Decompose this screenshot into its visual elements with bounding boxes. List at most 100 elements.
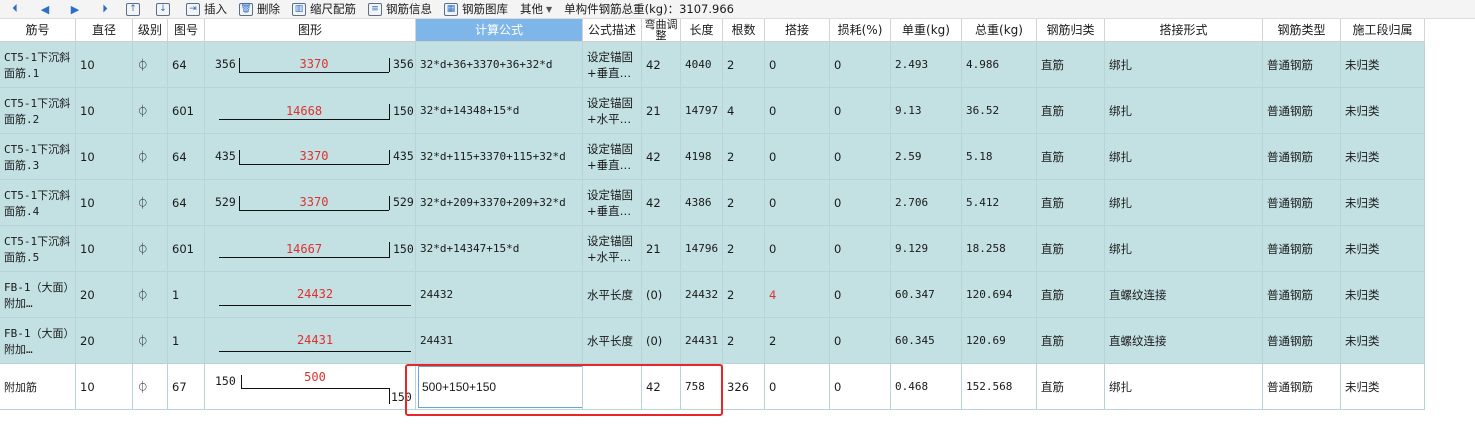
segment-cell[interactable]: 未归类 xyxy=(1341,318,1425,364)
total-weight-cell[interactable]: 4.986 xyxy=(962,42,1037,88)
bar-number-cell[interactable]: CT5-1下沉斜面筋.3 xyxy=(0,134,76,180)
table-row[interactable]: CT5-1下沉斜面筋.2 10 ⏀ 601 14668 150 32*d+14348+15*… xyxy=(0,88,1425,134)
unit-weight-cell[interactable]: 2.706 xyxy=(891,180,962,226)
delete-button[interactable]: 🗑 删除 xyxy=(233,1,286,17)
rebar-type-cell[interactable]: 普通钢筋 xyxy=(1263,364,1341,410)
figure-number-cell[interactable]: 64 xyxy=(168,134,205,180)
grade-cell[interactable]: ⏀ xyxy=(133,364,168,410)
length-cell[interactable]: 4040 xyxy=(681,42,723,88)
loss-cell[interactable]: 0 xyxy=(830,364,891,410)
count-cell[interactable]: 2 xyxy=(723,272,765,318)
lap-form-cell[interactable]: 绑扎 xyxy=(1105,88,1263,134)
total-weight-cell[interactable]: 5.412 xyxy=(962,180,1037,226)
lap-form-cell[interactable]: 绑扎 xyxy=(1105,226,1263,272)
formula-desc-cell[interactable]: 设定锚固+水平… xyxy=(583,226,642,272)
figure-number-cell[interactable]: 64 xyxy=(168,180,205,226)
lap-cell[interactable]: 0 xyxy=(765,134,830,180)
lap-form-cell[interactable]: 直螺纹连接 xyxy=(1105,318,1263,364)
grade-cell[interactable]: ⏀ xyxy=(133,318,168,364)
segment-cell[interactable]: 未归类 xyxy=(1341,88,1425,134)
column-header-6[interactable]: 公式描述 xyxy=(583,19,642,42)
table-row[interactable]: FB-1（大面）附加… 20 ⏀ 1 24431 24431 水平长度 (0) 24431 2 2 0… xyxy=(0,318,1425,364)
lap-cell[interactable]: 4 xyxy=(765,272,830,318)
rebar-type-cell[interactable]: 普通钢筋 xyxy=(1263,88,1341,134)
length-cell[interactable]: 24432 xyxy=(681,272,723,318)
diameter-cell[interactable]: 10 xyxy=(76,364,133,410)
rebar-type-cell[interactable]: 普通钢筋 xyxy=(1263,226,1341,272)
unit-weight-cell[interactable]: 0.468 xyxy=(891,364,962,410)
grade-cell[interactable]: ⏀ xyxy=(133,134,168,180)
total-weight-cell[interactable]: 5.18 xyxy=(962,134,1037,180)
loss-cell[interactable]: 0 xyxy=(830,180,891,226)
rebar-class-cell[interactable]: 直筋 xyxy=(1037,134,1105,180)
rebar-type-cell[interactable]: 普通钢筋 xyxy=(1263,42,1341,88)
column-header-2[interactable]: 级别 xyxy=(133,19,168,42)
bend-adjust-cell[interactable]: (0) xyxy=(642,318,681,364)
scale-rebar-button[interactable]: ▥ 缩尺配筋 xyxy=(286,1,362,17)
column-header-1[interactable]: 直径(mm) xyxy=(76,19,133,42)
rebar-class-cell[interactable]: 直筋 xyxy=(1037,318,1105,364)
bend-adjust-cell[interactable]: 42 xyxy=(642,42,681,88)
bend-adjust-cell[interactable]: 42 xyxy=(642,364,681,410)
column-header-9[interactable]: 根数 xyxy=(723,19,765,42)
count-cell[interactable]: 4 xyxy=(723,88,765,134)
count-cell[interactable]: 2 xyxy=(723,42,765,88)
length-cell[interactable]: 758 xyxy=(681,364,723,410)
rebar-class-cell[interactable]: 直筋 xyxy=(1037,272,1105,318)
bar-number-cell[interactable]: CT5-1下沉斜面筋.1 xyxy=(0,42,76,88)
diameter-cell[interactable]: 10 xyxy=(76,134,133,180)
move-down-icon[interactable]: ↓ xyxy=(150,2,180,16)
lap-cell[interactable]: 0 xyxy=(765,180,830,226)
lap-form-cell[interactable]: 绑扎 xyxy=(1105,42,1263,88)
column-header-16[interactable]: 钢筋类型 xyxy=(1263,19,1341,42)
column-header-8[interactable]: 长度 xyxy=(681,19,723,42)
diameter-cell[interactable]: 10 xyxy=(76,42,133,88)
next-icon[interactable]: ▶ xyxy=(60,3,90,16)
diameter-cell[interactable]: 10 xyxy=(76,180,133,226)
grade-cell[interactable]: ⏀ xyxy=(133,226,168,272)
loss-cell[interactable]: 0 xyxy=(830,272,891,318)
formula-desc-cell[interactable]: 设定锚固+垂直… xyxy=(583,134,642,180)
total-weight-cell[interactable]: 120.69 xyxy=(962,318,1037,364)
bend-adjust-cell[interactable]: 42 xyxy=(642,180,681,226)
lap-form-cell[interactable]: 绑扎 xyxy=(1105,364,1263,410)
formula-cell[interactable]: 32*d+14347+15*d xyxy=(416,226,583,272)
formula-desc-cell[interactable]: 水平长度 xyxy=(583,318,642,364)
rebar-class-cell[interactable]: 直筋 xyxy=(1037,226,1105,272)
figure-number-cell[interactable]: 64 xyxy=(168,42,205,88)
diameter-cell[interactable]: 10 xyxy=(76,88,133,134)
rebar-class-cell[interactable]: 直筋 xyxy=(1037,364,1105,410)
rebar-type-cell[interactable]: 普通钢筋 xyxy=(1263,134,1341,180)
loss-cell[interactable]: 0 xyxy=(830,134,891,180)
formula-cell[interactable]: 32*d+209+3370+209+32*d xyxy=(416,180,583,226)
formula-cell[interactable]: 24432 xyxy=(416,272,583,318)
figure-number-cell[interactable]: 601 xyxy=(168,88,205,134)
segment-cell[interactable]: 未归类 xyxy=(1341,272,1425,318)
unit-weight-cell[interactable]: 60.347 xyxy=(891,272,962,318)
table-row[interactable]: CT5-1下沉斜面筋.1 10 ⏀ 64 356 3370 356 32*d+36+3370+… xyxy=(0,42,1425,88)
formula-cell[interactable]: 32*d+14348+15*d xyxy=(416,88,583,134)
grade-cell[interactable]: ⏀ xyxy=(133,180,168,226)
column-header-17[interactable]: 施工段归属 xyxy=(1341,19,1425,42)
diameter-cell[interactable]: 20 xyxy=(76,272,133,318)
column-header-12[interactable]: 单重(kg) xyxy=(891,19,962,42)
table-row[interactable]: CT5-1下沉斜面筋.5 10 ⏀ 601 14667 150 32*d+14347+15*… xyxy=(0,226,1425,272)
column-header-13[interactable]: 总重(kg) xyxy=(962,19,1037,42)
table-row[interactable]: CT5-1下沉斜面筋.4 10 ⏀ 64 529 3370 529 32*d+209+3370… xyxy=(0,180,1425,226)
unit-weight-cell[interactable]: 9.129 xyxy=(891,226,962,272)
count-cell[interactable]: 2 xyxy=(723,226,765,272)
formula-desc-cell[interactable]: 设定锚固+水平… xyxy=(583,88,642,134)
lap-cell[interactable]: 0 xyxy=(765,88,830,134)
bar-number-cell[interactable]: CT5-1下沉斜面筋.2 xyxy=(0,88,76,134)
count-cell[interactable]: 2 xyxy=(723,180,765,226)
loss-cell[interactable]: 0 xyxy=(830,226,891,272)
figure-number-cell[interactable]: 67 xyxy=(168,364,205,410)
bar-number-cell[interactable]: 附加筋 xyxy=(0,364,76,410)
total-weight-cell[interactable]: 18.258 xyxy=(962,226,1037,272)
column-header-0[interactable]: 筋号 xyxy=(0,19,76,42)
unit-weight-cell[interactable]: 60.345 xyxy=(891,318,962,364)
bend-adjust-cell[interactable]: 42 xyxy=(642,134,681,180)
column-header-11[interactable]: 损耗(%) xyxy=(830,19,891,42)
diameter-cell[interactable]: 10 xyxy=(76,226,133,272)
loss-cell[interactable]: 0 xyxy=(830,318,891,364)
